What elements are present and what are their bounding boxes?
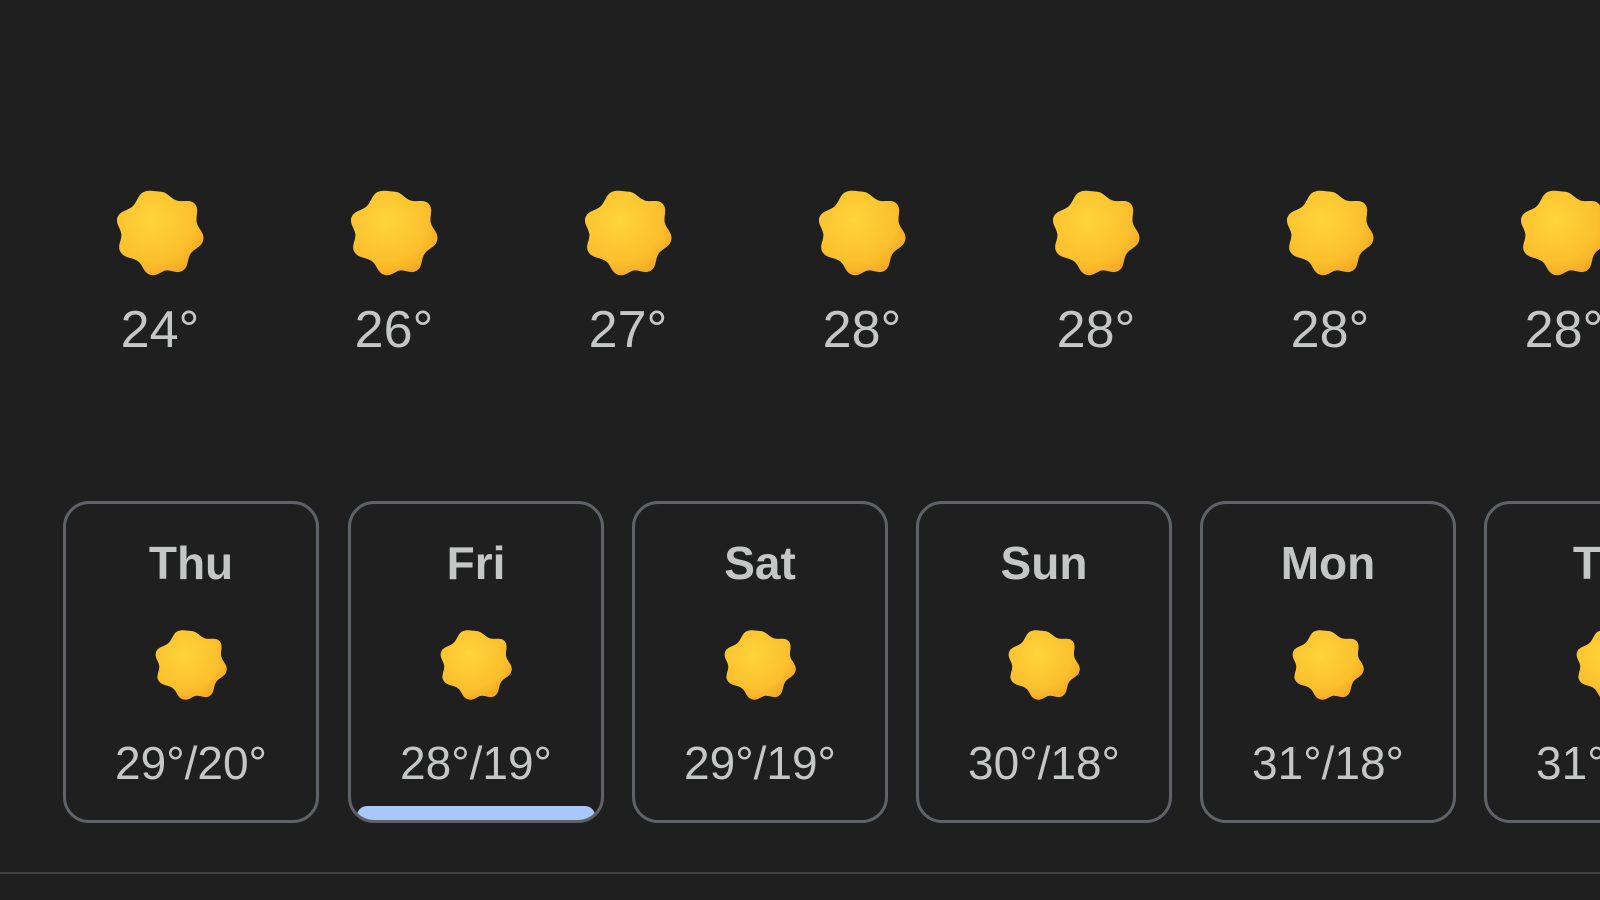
temperature-range: 29°/20° [115,737,267,789]
hourly-temperature: 26° [354,301,434,359]
temperature-range: 29°/19° [684,737,836,789]
bottom-divider [0,872,1600,874]
day-card-mon[interactable]: Mon 31°/18° [1200,501,1456,823]
hourly-temperature: 24° [120,301,200,359]
sun-icon [817,188,907,278]
sun-icon [349,188,439,278]
sun-icon [583,188,673,278]
hourly-temperature: 28° [1290,301,1370,359]
temperature-range: 31°/18° [1252,737,1404,789]
sun-icon [1291,628,1365,702]
day-name: Thu [148,537,234,589]
hourly-forecast-item: 28° [1240,188,1420,356]
sun-icon [115,188,205,278]
day-card-tue[interactable]: Tue 31°/18° [1484,501,1600,823]
day-name: Sat [724,537,796,589]
hourly-temperature: 28° [1056,301,1136,359]
hourly-forecast-item: 26° [304,188,484,356]
day-name: Sun [1000,537,1088,589]
day-card-fri[interactable]: Fri 28°/19° [348,501,604,823]
day-card-sun[interactable]: Sun 30°/18° [916,501,1172,823]
day-name: Mon [1280,537,1376,589]
hourly-forecast-item: 27° [538,188,718,356]
sun-icon [1051,188,1141,278]
temperature-range: 28°/19° [400,737,552,789]
day-name: Tue [1572,537,1600,589]
day-card-thu[interactable]: Thu 29°/20° [63,501,319,823]
sun-icon [723,628,797,702]
day-name: Fri [446,537,506,589]
sun-icon [154,628,228,702]
sun-icon [1575,628,1600,702]
hourly-temperature: 28° [1524,301,1600,359]
selected-day-indicator [357,806,595,820]
hourly-forecast-item: 28° [1474,188,1600,356]
temperature-range: 30°/18° [968,737,1120,789]
temperature-range: 31°/18° [1536,737,1600,789]
day-card-sat[interactable]: Sat 29°/19° [632,501,888,823]
hourly-temperature: 27° [588,301,668,359]
sun-icon [1007,628,1081,702]
sun-icon [439,628,513,702]
hourly-temperature: 28° [822,301,902,359]
weather-forecast-panel: 24° 26° 27° 28° 28° 28° 28° Thu 29°/20° … [0,0,1600,900]
hourly-forecast-item: 28° [1006,188,1186,356]
sun-icon [1285,188,1375,278]
hourly-forecast-item: 28° [772,188,952,356]
hourly-forecast-item: 24° [70,188,250,356]
sun-icon [1519,188,1600,278]
